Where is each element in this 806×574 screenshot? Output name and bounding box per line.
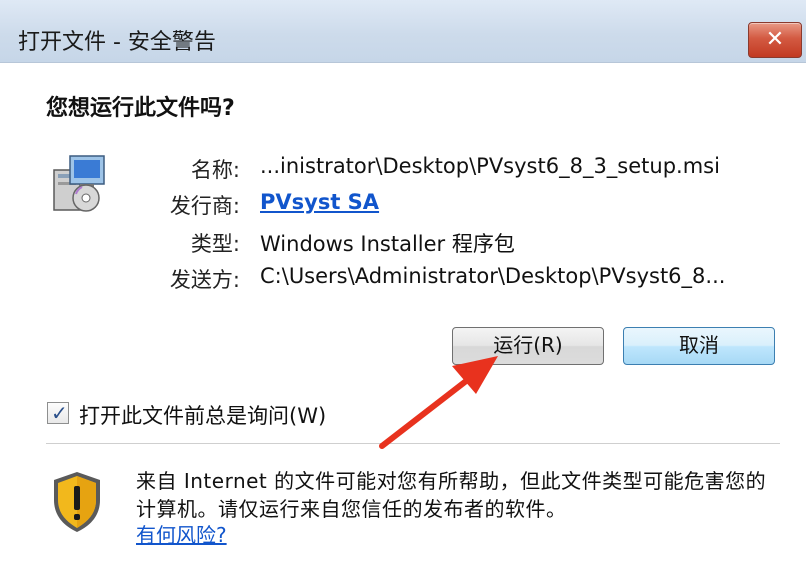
always-ask-option[interactable]: ✓ 打开此文件前总是询问(W) [47,400,447,430]
info-row-publisher: 发行商: PVsyst SA [0,190,806,224]
info-row-type: 类型: Windows Installer 程序包 [0,228,806,262]
title-bar[interactable]: 打开文件 - 安全警告 ✕ [0,0,806,63]
risk-link[interactable]: 有何风险? [136,519,227,548]
run-button[interactable]: 运行(R) [452,327,604,365]
file-name-value: ...inistrator\Desktop\PVsyst6_8_3_setup.… [260,154,720,178]
info-row-from: 发送方: C:\Users\Administrator\Desktop\PVsy… [0,264,806,298]
close-button[interactable]: ✕ [748,22,802,58]
info-row-name: 名称: ...inistrator\Desktop\PVsyst6_8_3_se… [0,154,806,188]
cancel-button[interactable]: 取消 [623,327,775,365]
type-label: 类型: [190,232,240,256]
window-title: 打开文件 - 安全警告 [18,30,216,55]
security-warning-dialog: 打开文件 - 安全警告 ✕ 您想运行此文件吗? 名称: ...inistrato… [0,0,806,574]
warning-message: 来自 Internet 的文件可能对您有所帮助，但此文件类型可能危害您的计算机。… [136,469,767,521]
file-from-value: C:\Users\Administrator\Desktop\PVsyst6_8… [260,264,726,288]
file-type-value: Windows Installer 程序包 [260,232,515,256]
always-ask-label: 打开此文件前总是询问(W) [79,404,327,428]
name-label: 名称: [190,158,240,182]
dialog-question: 您想运行此文件吗? [46,96,235,121]
close-icon: ✕ [765,27,785,52]
publisher-link[interactable]: PVsyst SA [260,190,379,214]
publisher-label: 发行商: [169,194,240,218]
checkmark-icon: ✓ [51,401,68,425]
security-shield-icon [54,472,100,532]
always-ask-checkbox[interactable]: ✓ [47,401,69,425]
from-label: 发送方: [169,268,240,292]
